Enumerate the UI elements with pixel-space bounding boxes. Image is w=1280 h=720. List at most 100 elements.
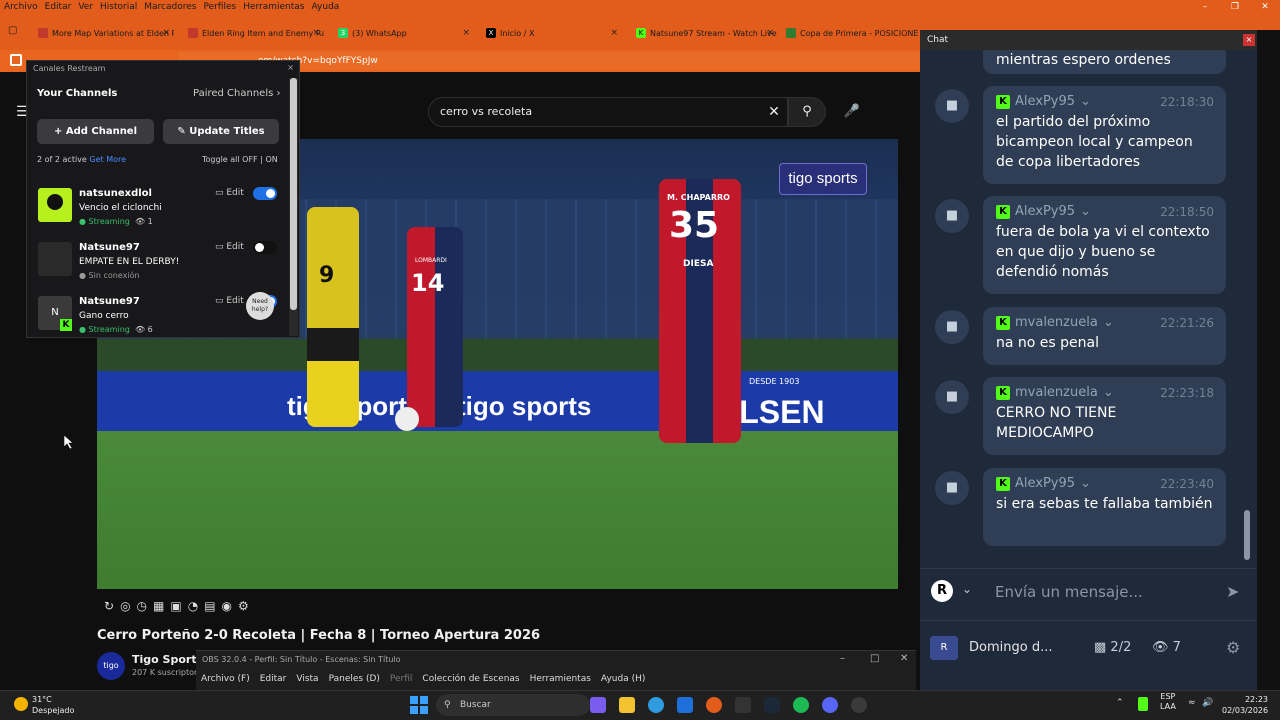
discord-icon[interactable] — [822, 697, 838, 713]
screenshot-icon[interactable]: ◉ — [222, 599, 232, 613]
edit-button[interactable]: ▭ Edit — [215, 242, 244, 252]
username[interactable]: mvalenzuela — [1015, 383, 1098, 403]
menu-perfiles[interactable]: Perfiles — [203, 2, 236, 12]
obs-menu-paneles[interactable]: Paneles (D) — [329, 674, 380, 684]
send-icon[interactable]: ➤ — [1226, 582, 1239, 601]
update-titles-button[interactable]: ✎ Update Titles — [163, 119, 279, 144]
repeat-icon[interactable]: ↻ — [104, 599, 114, 613]
obs-menu-ayuda[interactable]: Ayuda (H) — [601, 674, 645, 684]
obs-close-icon[interactable]: ✕ — [900, 653, 908, 664]
clock[interactable]: 22:23 02/03/2026 — [1222, 694, 1268, 716]
obs-menu-coleccion[interactable]: Colección de Escenas — [422, 674, 519, 684]
obs-menu-herramientas[interactable]: Herramientas — [530, 674, 591, 684]
close-icon[interactable]: × — [1243, 34, 1255, 46]
restream-logo-icon[interactable]: R — [931, 580, 953, 602]
sidebar-toggle-icon[interactable] — [10, 54, 22, 66]
tab-elden-item[interactable]: Elden Ring Item and Enemy Ran × — [184, 22, 324, 44]
edit-button[interactable]: ▭ Edit — [215, 188, 244, 198]
firefox-icon[interactable] — [706, 697, 722, 713]
steam-icon[interactable] — [764, 697, 780, 713]
settings-icon[interactable]: ⚙ — [1226, 638, 1240, 657]
footer-channel-name[interactable]: Domingo d... — [969, 640, 1052, 655]
windows-start-icon[interactable] — [410, 696, 428, 714]
need-help-button[interactable]: Need help? — [246, 292, 274, 320]
restream-scrollbar[interactable] — [289, 78, 298, 336]
menu-editar[interactable]: Editar — [45, 2, 72, 12]
mail-icon[interactable] — [677, 697, 693, 713]
minimize-icon[interactable]: – — [1190, 0, 1220, 14]
spotify-icon[interactable] — [793, 697, 809, 713]
close-tab-icon[interactable]: × — [162, 28, 170, 38]
theater-icon[interactable]: ▦ — [153, 599, 164, 613]
broadcast-icon[interactable]: ◎ — [120, 599, 130, 613]
channel-name: Natsune97 — [79, 242, 140, 253]
maximize-icon[interactable]: ❐ — [1220, 0, 1250, 14]
chat-message: K AlexPy95 ⌄ 22:18:30 el partido del próxim… — [983, 86, 1226, 184]
close-tab-icon[interactable]: × — [610, 28, 618, 38]
taskbar-search[interactable]: ⚲ Buscar — [436, 694, 590, 716]
settings-icon[interactable]: ⚙ — [238, 599, 249, 613]
toggle-all-off[interactable]: Toggle all OFF — [202, 155, 258, 164]
epic-games-icon[interactable] — [735, 697, 751, 713]
close-window-icon[interactable]: ✕ — [1250, 0, 1280, 14]
wifi-icon[interactable]: ≈ — [1188, 698, 1196, 708]
search-label: Buscar — [460, 700, 491, 710]
menu-archivo[interactable]: Archivo — [4, 2, 38, 12]
edit-button[interactable]: ▭ Edit — [215, 296, 244, 306]
chat-message-input[interactable]: Envía un mensaje... — [995, 583, 1143, 601]
obs-minimize-icon[interactable]: – — [840, 653, 845, 664]
tab-list-icon[interactable]: ▢ — [8, 25, 17, 36]
username[interactable]: AlexPy95 — [1015, 92, 1075, 112]
edge-icon[interactable] — [648, 697, 664, 713]
speed-icon[interactable]: ◔ — [188, 599, 198, 613]
toggle-all[interactable]: Toggle all OFF | ON — [202, 155, 278, 164]
channel-toggle[interactable] — [253, 241, 277, 254]
channel-toggle[interactable] — [253, 187, 277, 200]
chevron-up-icon[interactable]: ⌃ — [1116, 698, 1124, 708]
chevron-down-icon[interactable]: ⌄ — [962, 582, 972, 596]
username[interactable]: AlexPy95 — [1015, 474, 1075, 494]
volume-icon[interactable]: 🔊 — [1202, 698, 1213, 708]
obs-icon[interactable] — [851, 697, 867, 713]
obs-maximize-icon[interactable]: □ — [870, 653, 879, 664]
timestamp: 22:23:18 — [1160, 386, 1214, 400]
obs-menu-archivo[interactable]: Archivo (F) — [201, 674, 250, 684]
tab-x[interactable]: X Inicio / X × — [482, 22, 622, 44]
paired-channels-link[interactable]: Paired Channels › — [193, 88, 281, 99]
menu-historial[interactable]: Historial — [100, 2, 137, 12]
username[interactable]: AlexPy95 — [1015, 202, 1075, 222]
close-tab-icon[interactable]: × — [312, 28, 320, 38]
toggle-all-on[interactable]: ON — [265, 155, 277, 164]
tray-app-icon[interactable] — [1138, 697, 1148, 711]
copilot-icon[interactable] — [590, 697, 606, 713]
menu-marcadores[interactable]: Marcadores — [144, 2, 196, 12]
tab-elden-map[interactable]: More Map Variations at Elden R × — [34, 22, 174, 44]
menu-ayuda[interactable]: Ayuda — [312, 2, 340, 12]
menu-herramientas[interactable]: Herramientas — [243, 2, 304, 12]
mic-button[interactable]: 🎤 — [838, 97, 866, 127]
close-tab-icon[interactable]: × — [462, 28, 470, 38]
menu-ver[interactable]: Ver — [78, 2, 93, 12]
watch-later-icon[interactable]: ◷ — [137, 599, 147, 613]
captions-icon[interactable]: ▤ — [204, 599, 215, 613]
close-icon[interactable]: × — [287, 63, 294, 72]
chat-scrollbar[interactable] — [1244, 510, 1250, 560]
obs-menu-vista[interactable]: Vista — [296, 674, 318, 684]
username[interactable]: mvalenzuela — [1015, 313, 1098, 333]
tab-kick-stream[interactable]: K Natsune97 Stream - Watch Live × — [632, 22, 778, 44]
miniplayer-icon[interactable]: ▣ — [170, 599, 181, 613]
close-tab-icon[interactable]: × — [766, 28, 774, 38]
clear-search-icon[interactable]: ✕ — [764, 97, 784, 127]
obs-menu-perfil[interactable]: Perfil — [390, 674, 413, 684]
tab-whatsapp[interactable]: 3 (3) WhatsApp × — [334, 22, 474, 44]
obs-menu-editar[interactable]: Editar — [260, 674, 287, 684]
add-channel-button[interactable]: + Add Channel — [37, 119, 154, 144]
search-input[interactable]: cerro vs recoleta — [428, 97, 788, 127]
language-indicator[interactable]: ESP LAA — [1160, 692, 1176, 712]
file-explorer-icon[interactable] — [619, 697, 635, 713]
tab-copa[interactable]: Copa de Primera - POSICIONES — [782, 22, 918, 44]
channel-avatar[interactable]: tigo sports — [97, 652, 125, 698]
get-more-link[interactable]: Get More — [89, 155, 126, 164]
restream-header: Canales Restream — [33, 64, 106, 73]
search-button[interactable]: ⚲ — [788, 97, 826, 127]
